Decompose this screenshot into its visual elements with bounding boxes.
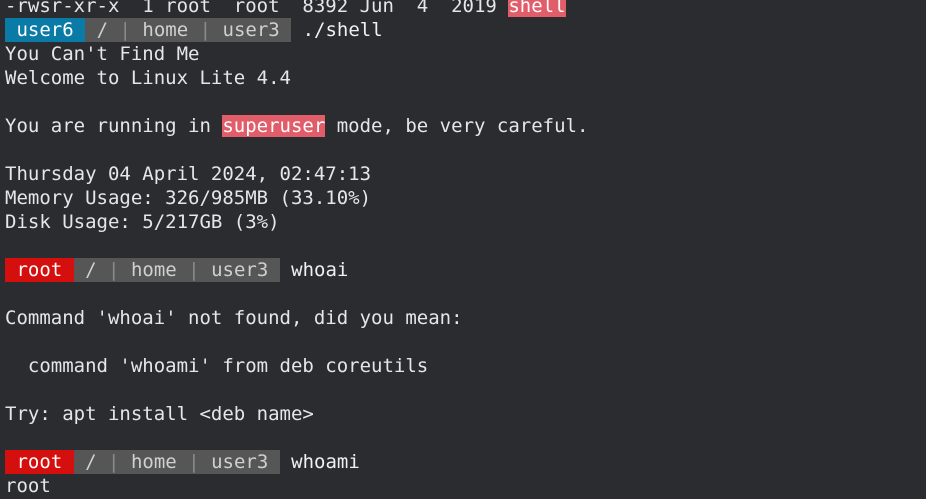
path-user: user3: [211, 451, 269, 473]
path-home: home: [130, 451, 177, 473]
prompt-command: whoai: [291, 259, 349, 281]
path-user: user3: [211, 259, 269, 281]
path-root: /: [85, 451, 97, 473]
path-root: /: [85, 259, 97, 281]
suggestion-line: command 'whoami' from deb coreutils: [5, 355, 429, 377]
datetime-line: Thursday 04 April 2024, 02:47:13: [5, 163, 372, 185]
superuser-warning-line: You are running in superuser mode, be ve…: [5, 115, 589, 137]
prompt-command: whoami: [291, 451, 360, 473]
prompt-path-segment: / | home | user3: [73, 450, 280, 474]
prompt-path-segment: / | home | user3: [85, 18, 292, 42]
try-install-line: Try: apt install <deb name>: [5, 403, 314, 425]
prompt-user-segment: user6: [5, 18, 86, 42]
welcome-line: Welcome to Linux Lite 4.4: [5, 67, 291, 89]
prompt-root-segment: root: [5, 450, 74, 474]
path-user: user3: [222, 19, 280, 41]
shell-filename-highlight: shell: [508, 0, 566, 17]
command-not-found-line: Command 'whoai' not found, did you mean:: [5, 307, 463, 329]
prompt-root-segment: root: [5, 258, 74, 282]
disk-usage-line: Disk Usage: 5/217GB (3%): [5, 211, 280, 233]
command-output-line: root: [5, 475, 51, 497]
prompt-line: user6 / | home | user3 ./shell: [5, 18, 921, 42]
path-home: home: [130, 259, 177, 281]
path-root: /: [96, 19, 109, 41]
superuser-highlight: superuser: [222, 115, 326, 137]
prompt-line: root / | home | user3 whoami: [5, 450, 921, 474]
memory-usage-line: Memory Usage: 326/985MB (33.10%): [5, 187, 372, 209]
path-home: home: [142, 19, 189, 41]
ls-output-line: -rwsr-xr-x 1 root root 8392 Jun 4 2019 s…: [5, 0, 921, 18]
ls-listing-text: -rwsr-xr-x 1 root root 8392 Jun 4 2019: [5, 0, 509, 17]
prompt-line: root / | home | user3 whoai: [5, 258, 921, 282]
prompt-path-segment: / | home | user3: [73, 258, 280, 282]
terminal-output[interactable]: -rwsr-xr-x 1 root root 8392 Jun 4 2019 s…: [5, 0, 921, 498]
prompt-command: ./shell: [302, 19, 383, 41]
banner-line: You Can't Find Me: [5, 43, 200, 65]
